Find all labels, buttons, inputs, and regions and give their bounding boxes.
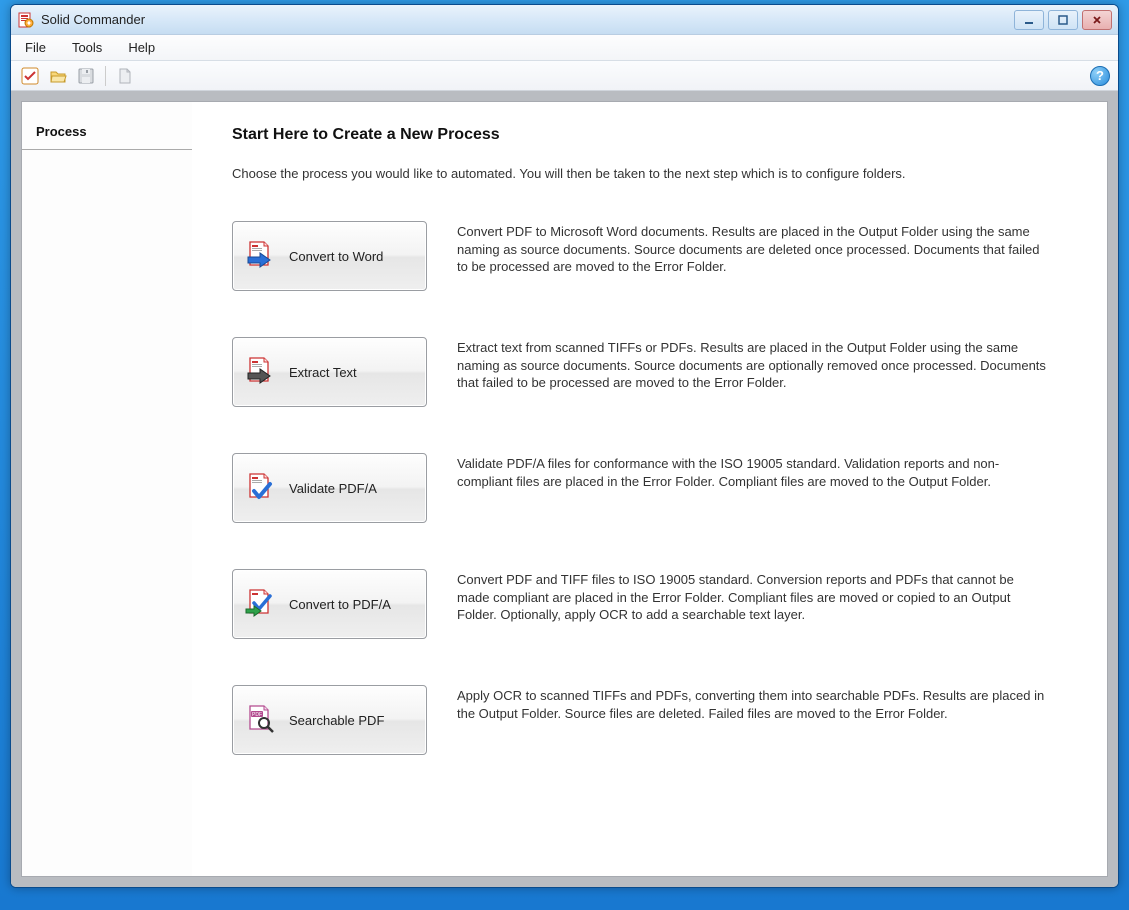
maximize-button[interactable] <box>1048 10 1078 30</box>
searchable-pdf-description: Apply OCR to scanned TIFFs and PDFs, con… <box>457 685 1047 722</box>
titlebar: Solid Commander <box>11 5 1118 35</box>
sidebar: Process <box>22 102 192 876</box>
minimize-button[interactable] <box>1014 10 1044 30</box>
convert-to-word-icon <box>243 238 279 274</box>
menubar: File Tools Help <box>11 35 1118 61</box>
extract-text-label: Extract Text <box>289 365 357 380</box>
process-row-extract-text: Extract Text Extract text from scanned T… <box>232 337 1067 407</box>
convert-to-word-label: Convert to Word <box>289 249 383 264</box>
process-row-convert-to-word: Convert to Word Convert PDF to Microsoft… <box>232 221 1067 291</box>
page-heading: Start Here to Create a New Process <box>232 126 1067 144</box>
app-icon <box>17 11 35 29</box>
svg-text:PDF: PDF <box>252 712 262 718</box>
toolbar-save-icon[interactable] <box>75 65 97 87</box>
validate-pdfa-description: Validate PDF/A files for conformance wit… <box>457 453 1047 490</box>
extract-text-button[interactable]: Extract Text <box>232 337 427 407</box>
validate-pdfa-icon <box>243 470 279 506</box>
extract-text-description: Extract text from scanned TIFFs or PDFs.… <box>457 337 1047 392</box>
main-panel: Start Here to Create a New Process Choos… <box>192 102 1107 876</box>
page-subtitle: Choose the process you would like to aut… <box>232 166 1067 181</box>
menu-tools[interactable]: Tools <box>68 38 106 57</box>
toolbar: ? <box>11 61 1118 91</box>
process-row-searchable-pdf: PDF Searchable PDF Apply OCR to scanned … <box>232 685 1067 755</box>
validate-pdfa-button[interactable]: Validate PDF/A <box>232 453 427 523</box>
content-area: Process Start Here to Create a New Proce… <box>21 101 1108 877</box>
content-frame: Process Start Here to Create a New Proce… <box>11 91 1118 887</box>
convert-to-pdfa-icon <box>243 586 279 622</box>
convert-to-pdfa-description: Convert PDF and TIFF files to ISO 19005 … <box>457 569 1047 624</box>
convert-to-word-button[interactable]: Convert to Word <box>232 221 427 291</box>
toolbar-separator <box>105 66 106 86</box>
window-controls <box>1014 10 1112 30</box>
convert-to-pdfa-label: Convert to PDF/A <box>289 597 391 612</box>
validate-pdfa-label: Validate PDF/A <box>289 481 377 496</box>
toolbar-document-icon[interactable] <box>114 65 136 87</box>
window-title: Solid Commander <box>41 12 1014 27</box>
app-window: Solid Commander File Tools Help <box>10 4 1119 888</box>
toolbar-options-icon[interactable] <box>19 65 41 87</box>
convert-to-pdfa-button[interactable]: Convert to PDF/A <box>232 569 427 639</box>
menu-file[interactable]: File <box>21 38 50 57</box>
convert-to-word-description: Convert PDF to Microsoft Word documents.… <box>457 221 1047 276</box>
searchable-pdf-button[interactable]: PDF Searchable PDF <box>232 685 427 755</box>
searchable-pdf-label: Searchable PDF <box>289 713 384 728</box>
extract-text-icon <box>243 354 279 390</box>
sidebar-item-process[interactable]: Process <box>22 118 192 150</box>
toolbar-help-icon[interactable]: ? <box>1090 66 1110 86</box>
process-row-validate-pdfa: Validate PDF/A Validate PDF/A files for … <box>232 453 1067 523</box>
process-row-convert-to-pdfa: Convert to PDF/A Convert PDF and TIFF fi… <box>232 569 1067 639</box>
menu-help[interactable]: Help <box>124 38 159 57</box>
close-button[interactable] <box>1082 10 1112 30</box>
toolbar-open-folder-icon[interactable] <box>47 65 69 87</box>
searchable-pdf-icon: PDF <box>243 702 279 738</box>
